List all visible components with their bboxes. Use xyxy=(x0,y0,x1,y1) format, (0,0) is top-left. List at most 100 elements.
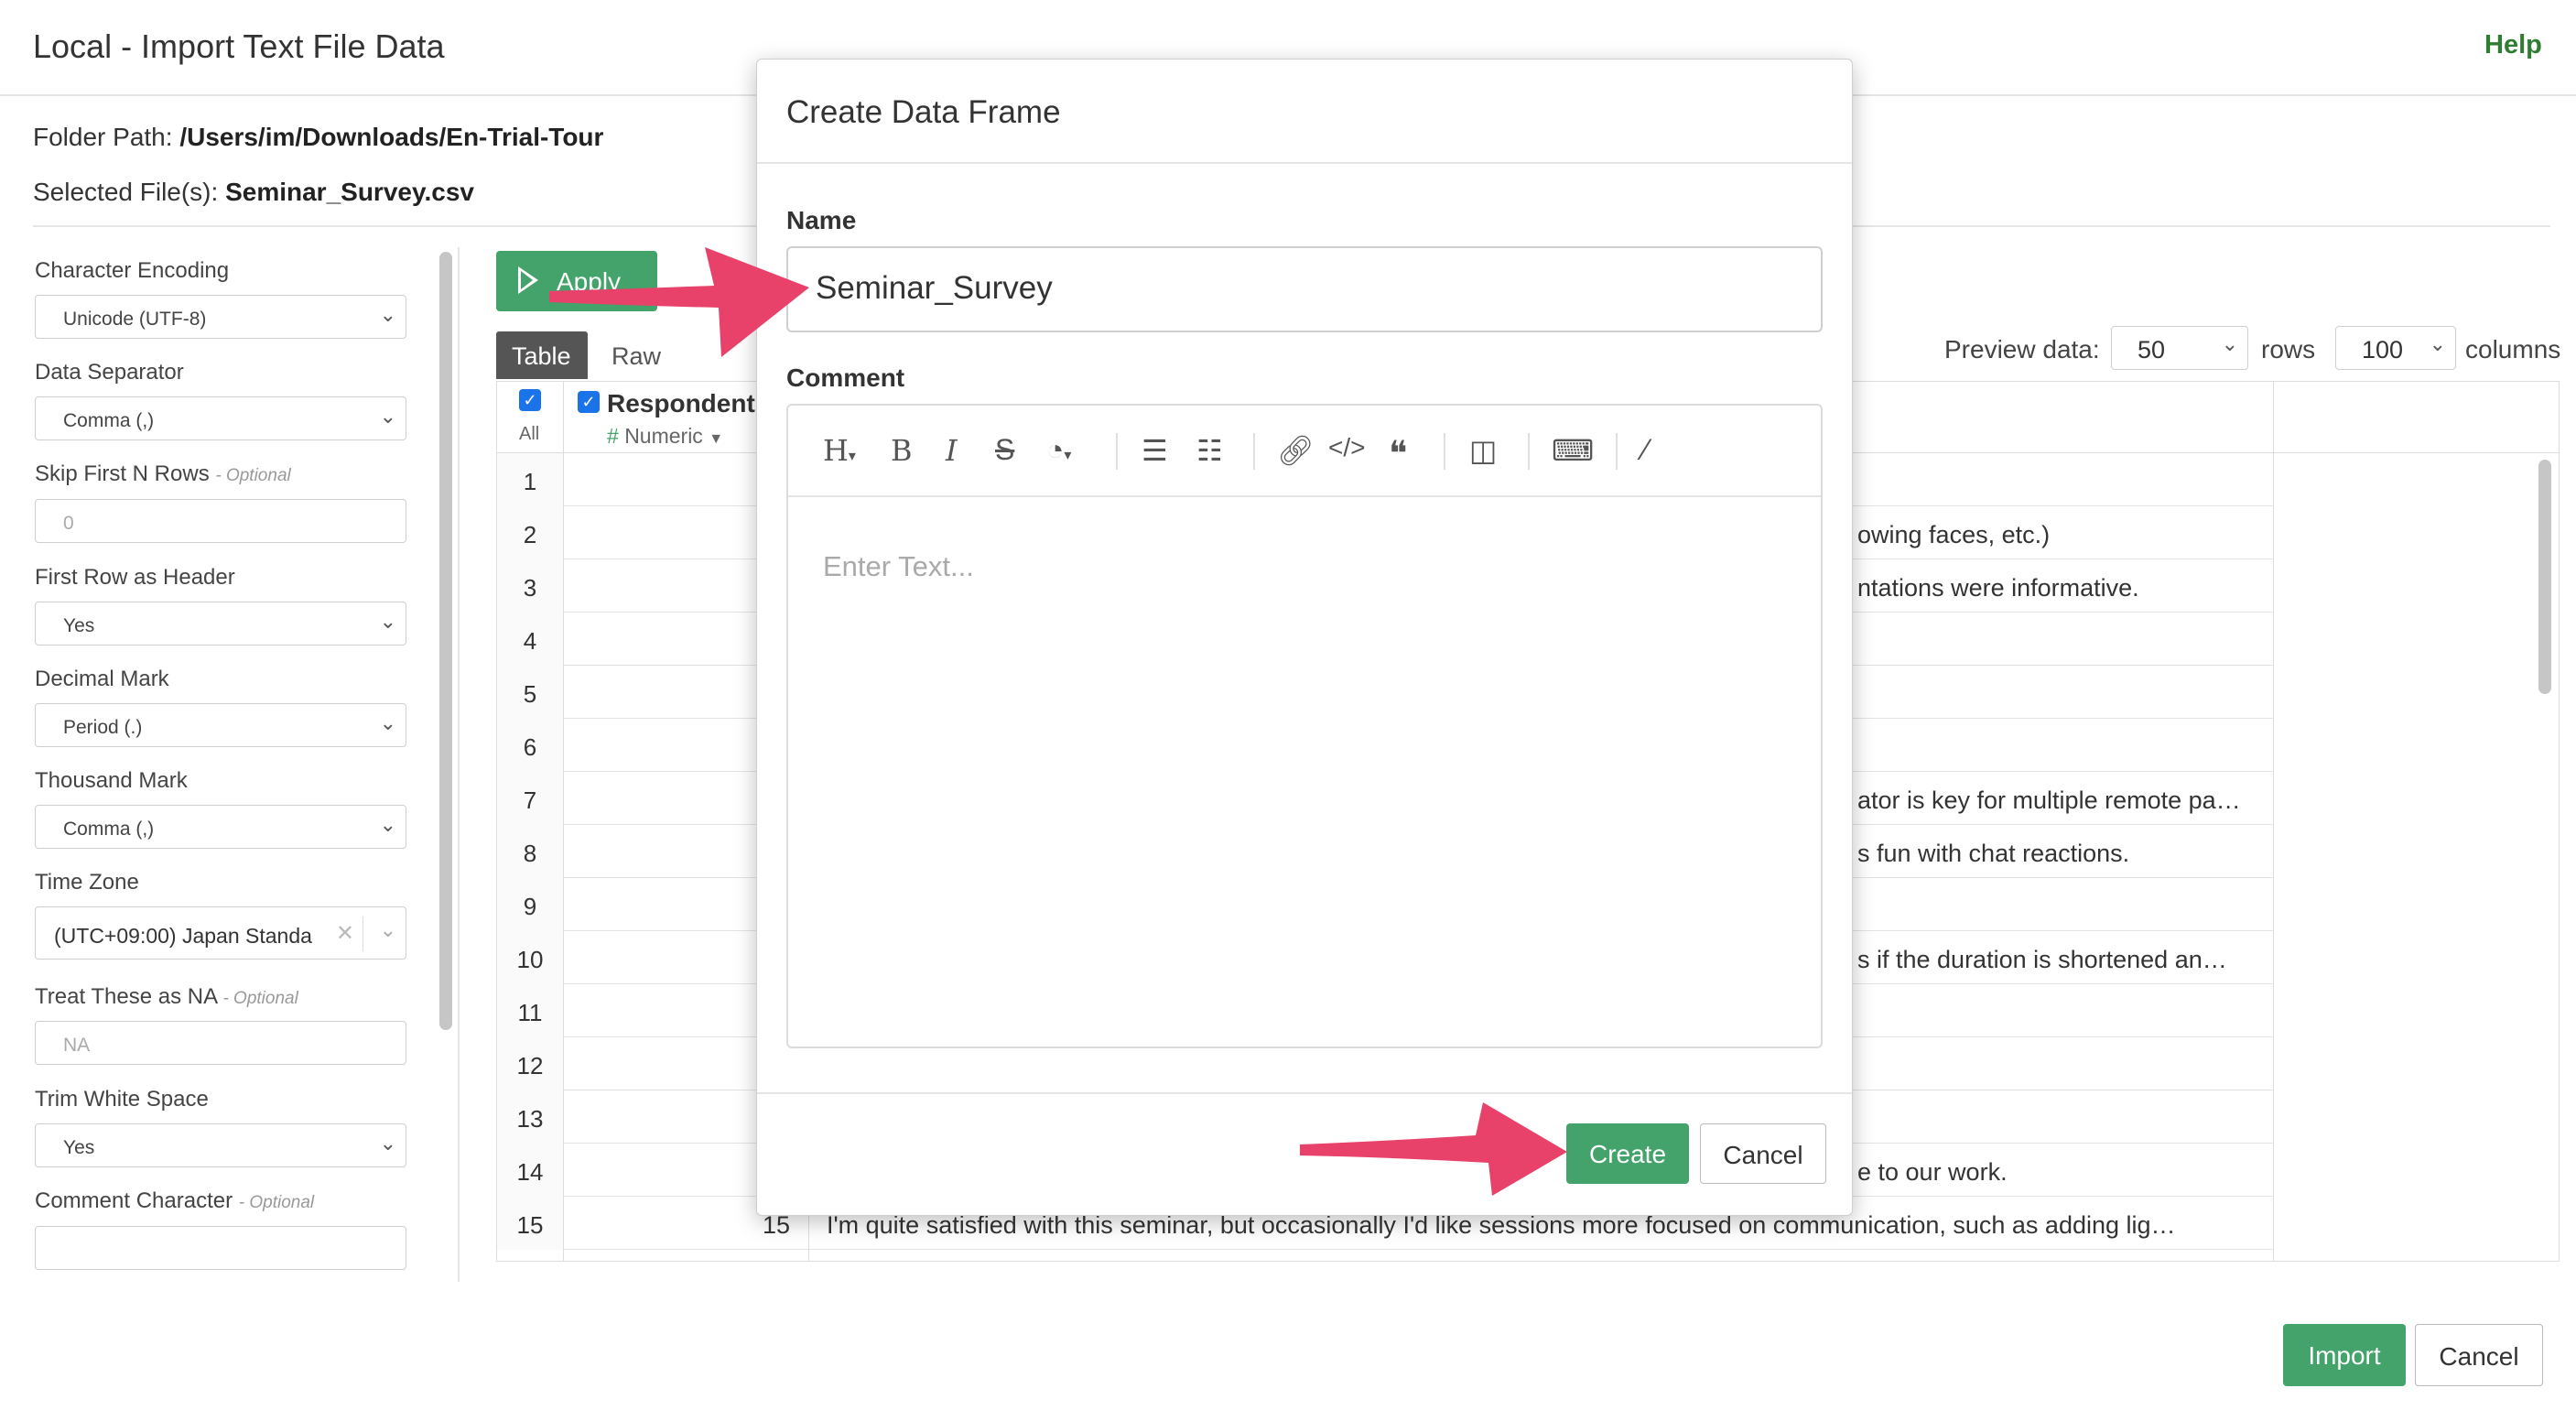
dialog-cancel-button[interactable]: Cancel xyxy=(1700,1123,1826,1184)
help-link[interactable]: Help xyxy=(2484,30,2542,60)
preview-columns-select[interactable]: 100 ⌄ xyxy=(2335,326,2456,370)
name-input[interactable]: Seminar_Survey xyxy=(786,246,1823,332)
apply-button[interactable]: Apply xyxy=(496,251,657,311)
decimal-mark-label: Decimal Mark xyxy=(35,667,169,691)
comment-editor[interactable]: H▾ B I S ◔▾ ☰ ☷ 🔗︎ </> ❝ ◫ ⌨ ⁄ Enter Tex… xyxy=(786,404,1823,1048)
columns-icon[interactable]: ◫ xyxy=(1469,433,1497,468)
selected-files-label: Selected File(s): xyxy=(33,178,219,206)
na-placeholder: NA xyxy=(63,1035,91,1056)
preview-rows-value: 50 xyxy=(2138,336,2166,363)
row-number: 4 xyxy=(497,613,563,666)
na-label: Treat These as NA - Optional xyxy=(35,984,298,1010)
separator-value: Comma (,) xyxy=(63,410,155,431)
thousand-mark-value: Comma (,) xyxy=(63,819,155,840)
chevron-down-icon: ⌄ xyxy=(379,610,396,633)
cell-comment: e to our work. xyxy=(1857,1158,2008,1186)
optional-tag: - Optional xyxy=(222,989,298,1008)
time-zone-select[interactable]: (UTC+09:00) Japan Standa ✕ ⌄ xyxy=(35,906,406,960)
row-number: 1 xyxy=(497,453,563,506)
italic-icon[interactable]: I xyxy=(946,433,958,468)
create-data-frame-dialog: Create Data Frame Name Seminar_Survey Co… xyxy=(756,59,1853,1216)
dialog-divider xyxy=(757,1092,1852,1094)
decimal-mark-value: Period (.) xyxy=(63,717,143,738)
folder-path-label: Folder Path: xyxy=(33,123,173,151)
tab-raw[interactable]: Raw xyxy=(612,342,661,371)
optional-tag: - Optional xyxy=(215,466,291,485)
encoding-value: Unicode (UTF-8) xyxy=(63,309,207,330)
encoding-select[interactable]: Unicode (UTF-8) ⌄ xyxy=(35,295,406,339)
link-icon[interactable]: 🔗︎ xyxy=(1277,433,1315,468)
play-icon-inner xyxy=(521,271,533,289)
bullet-list-icon[interactable]: ☰ xyxy=(1142,433,1168,468)
clear-icon[interactable]: ✕ xyxy=(336,920,354,947)
preview-data-label: Preview data: xyxy=(1944,335,2100,363)
selected-files-value: Seminar_Survey.csv xyxy=(225,178,474,206)
skip-rows-placeholder: 0 xyxy=(63,513,74,534)
keyboard-icon[interactable]: ⌨ xyxy=(1552,433,1594,468)
first-row-header-label: First Row as Header xyxy=(35,565,235,590)
chevron-down-icon: ⌄ xyxy=(379,303,396,326)
column-type[interactable]: # Numeric ▼ xyxy=(607,424,723,449)
chevron-down-icon: ⌄ xyxy=(379,813,396,836)
row-number: 12 xyxy=(497,1037,563,1090)
select-all-label: All xyxy=(519,424,540,444)
row-number: 7 xyxy=(497,772,563,825)
bold-icon[interactable]: B xyxy=(891,433,913,468)
comment-char-label-text: Comment Character xyxy=(35,1188,233,1213)
strikethrough-icon[interactable]: S xyxy=(995,433,1014,467)
chevron-down-icon: ⌄ xyxy=(2221,332,2238,355)
left-panel-scrollbar[interactable] xyxy=(439,252,452,1030)
first-row-header-select[interactable]: Yes ⌄ xyxy=(35,602,406,645)
row-number: 10 xyxy=(497,931,563,984)
time-zone-label: Time Zone xyxy=(35,870,139,895)
skip-rows-label-text: Skip First N Rows xyxy=(35,461,210,486)
toolbar-separator xyxy=(1444,433,1445,470)
cancel-button[interactable]: Cancel xyxy=(2415,1324,2543,1386)
table-scrollbar[interactable] xyxy=(2538,460,2551,694)
chevron-down-icon: ⌄ xyxy=(379,1132,396,1155)
toolbar-separator xyxy=(1253,433,1255,470)
page-title: Local - Import Text File Data xyxy=(33,27,445,65)
folder-path: Folder Path: /Users/im/Downloads/En-Tria… xyxy=(33,123,603,152)
optional-tag: - Optional xyxy=(238,1193,315,1212)
skip-rows-label: Skip First N Rows - Optional xyxy=(35,461,291,487)
selected-files: Selected File(s): Seminar_Survey.csv xyxy=(33,178,474,207)
decimal-mark-select[interactable]: Period (.) ⌄ xyxy=(35,703,406,747)
palette-icon[interactable]: ◔▾ xyxy=(1046,433,1071,467)
na-input[interactable]: NA xyxy=(35,1021,406,1065)
select-all-checkbox[interactable]: ✓ xyxy=(519,389,541,411)
column-divider xyxy=(2273,382,2274,1261)
chevron-down-icon: ⌄ xyxy=(2429,332,2446,355)
dialog-title: Create Data Frame xyxy=(786,94,1061,130)
caret-down-icon: ▼ xyxy=(709,431,724,447)
import-button[interactable]: Import xyxy=(2283,1324,2406,1386)
column-checkbox[interactable]: ✓ xyxy=(578,391,600,413)
preview-rows-select[interactable]: 50 ⌄ xyxy=(2111,326,2248,370)
column-header-name[interactable]: Respondent xyxy=(607,389,755,418)
numbered-list-icon[interactable]: ☷ xyxy=(1196,433,1223,468)
cell-comment: ator is key for multiple remote pa… xyxy=(1857,786,2241,814)
row-number: 14 xyxy=(497,1144,563,1197)
code-icon[interactable]: </> xyxy=(1328,433,1365,462)
row-number: 6 xyxy=(497,719,563,772)
create-button[interactable]: Create xyxy=(1566,1123,1689,1184)
tab-table[interactable]: Table xyxy=(496,331,588,379)
separator-select[interactable]: Comma (,) ⌄ xyxy=(35,396,406,440)
separator-label: Data Separator xyxy=(35,360,184,385)
trim-white-space-label: Trim White Space xyxy=(35,1087,209,1112)
toolbar-separator xyxy=(1616,433,1618,470)
first-row-header-value: Yes xyxy=(63,615,95,636)
clear-format-icon[interactable]: ⁄ xyxy=(1643,433,1648,467)
quote-icon[interactable]: ❝ xyxy=(1389,433,1407,474)
thousand-mark-select[interactable]: Comma (,) ⌄ xyxy=(35,805,406,849)
dialog-divider xyxy=(757,162,1852,164)
na-label-text: Treat These as NA xyxy=(35,984,217,1009)
comment-char-input[interactable] xyxy=(35,1226,406,1270)
left-panel-divider xyxy=(458,247,460,1282)
column-type-label: Numeric xyxy=(624,424,703,448)
trim-white-space-select[interactable]: Yes ⌄ xyxy=(35,1123,406,1167)
name-label: Name xyxy=(786,206,857,234)
skip-rows-input[interactable]: 0 xyxy=(35,499,406,543)
heading-icon[interactable]: H▾ xyxy=(823,433,856,468)
chevron-down-icon: ⌄ xyxy=(379,918,396,941)
